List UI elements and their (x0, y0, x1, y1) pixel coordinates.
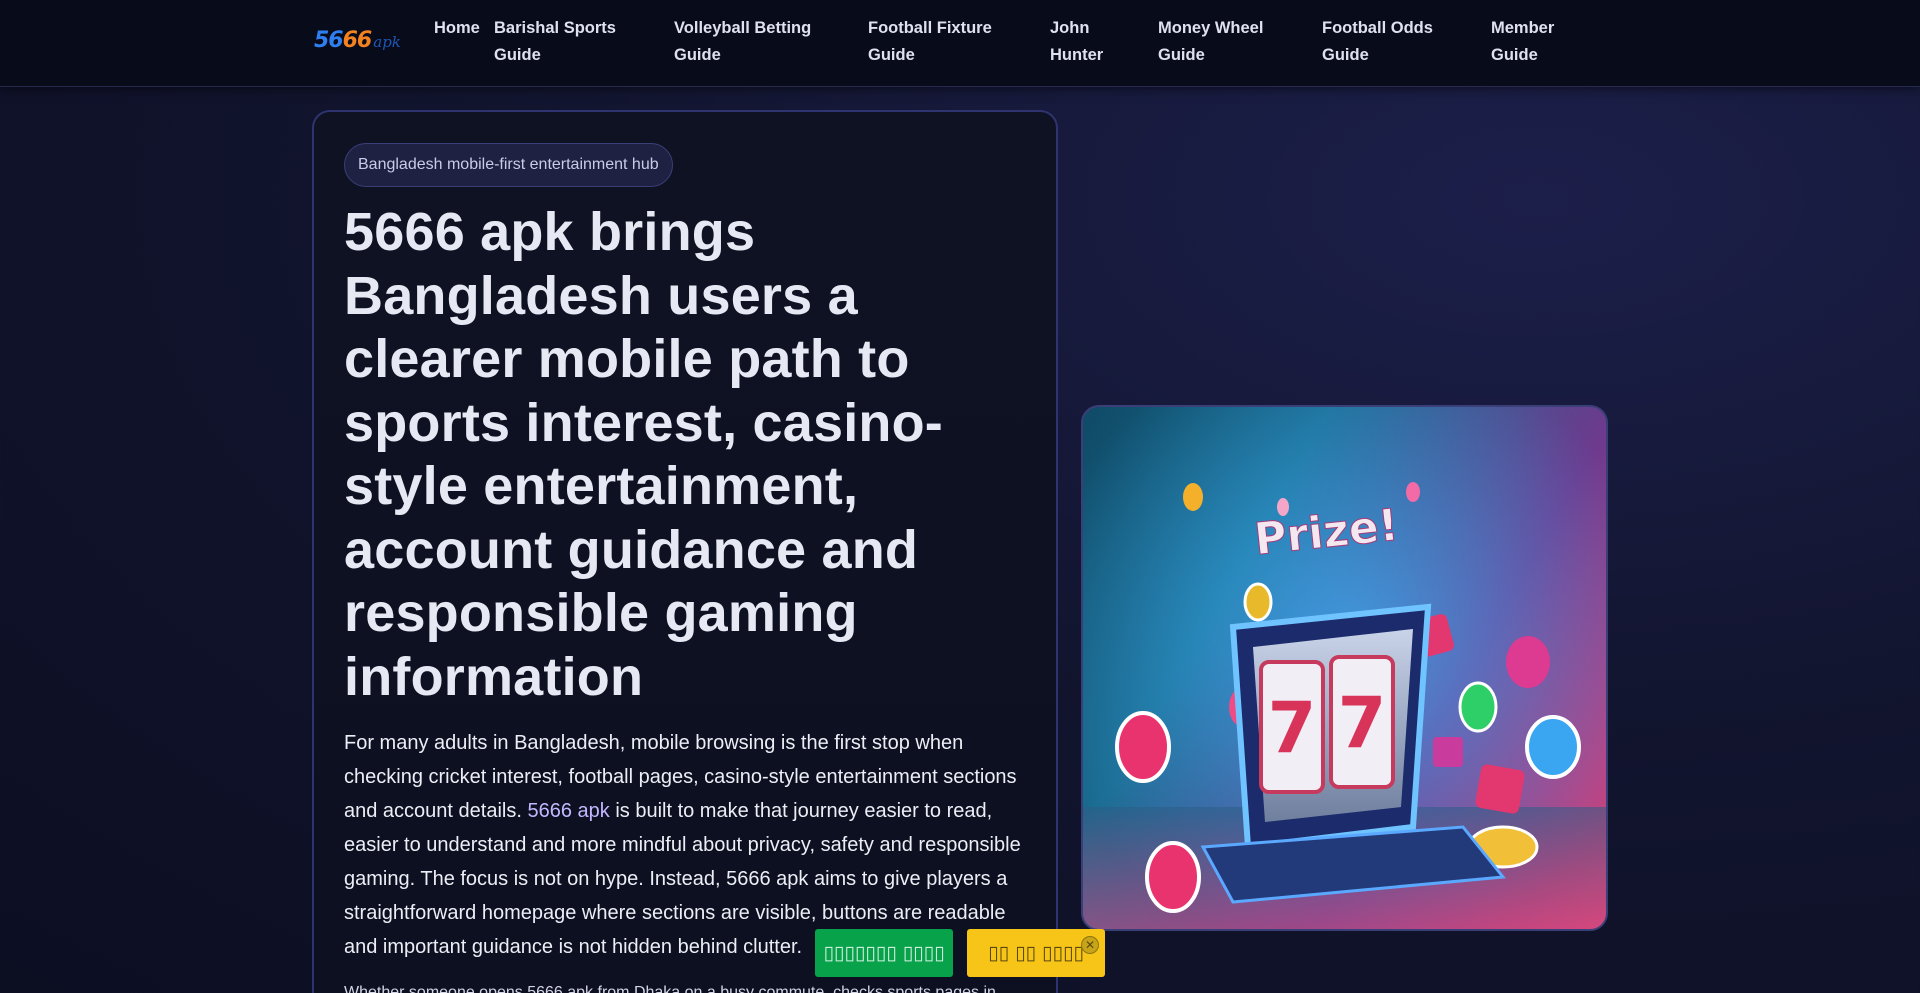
hero-title: 5666 apk brings Bangladesh users a clear… (344, 202, 943, 707)
hero-intro-link[interactable]: 5666 apk (527, 800, 609, 822)
nav-john-hunter[interactable]: John Hunter (1050, 15, 1120, 69)
site-logo[interactable]: 5666 apk (314, 28, 406, 58)
hero-badge: Bangladesh mobile-first entertainment hu… (344, 143, 673, 187)
floating-yellow-button[interactable]: ▯▯ ▯▯ ▯▯▯▯ (967, 929, 1105, 977)
floating-close-icon[interactable]: ✕ (1081, 936, 1099, 954)
nav-home[interactable]: Home (434, 15, 494, 42)
nav-volleyball-betting-guide[interactable]: Volleyball Betting Guide (674, 15, 834, 69)
nav-member-guide[interactable]: Member Guide (1491, 15, 1571, 69)
hero-secondary-paragraph: Whether someone opens 5666 apk from Dhak… (344, 984, 996, 993)
nav-football-fixture-guide[interactable]: Football Fixture Guide (868, 15, 1008, 69)
nav-barishal-sports-guide[interactable]: Barishal Sports Guide (494, 15, 644, 69)
top-navigation-bar: 5666 apk Home Barishal Sports Guide Voll… (0, 0, 1920, 87)
reel-symbol-left: 7 (1268, 687, 1317, 769)
nav-money-wheel-guide[interactable]: Money Wheel Guide (1158, 15, 1288, 69)
logo-number-part2: 66 (342, 28, 373, 53)
nav-football-odds-guide[interactable]: Football Odds Guide (1322, 15, 1452, 69)
floating-green-button[interactable]: ▯▯▯▯▯▯▯ ▯▯▯▯ (815, 929, 953, 977)
slot-machine-illustration: 7 7 Prize! (1083, 407, 1606, 929)
hero-image: 7 7 Prize! (1081, 405, 1608, 931)
logo-number-part1: 56 (314, 28, 344, 53)
logo-suffix: apk (373, 33, 401, 51)
logo-number: 5666 (314, 28, 373, 53)
reel-symbol-right: 7 (1338, 682, 1387, 764)
